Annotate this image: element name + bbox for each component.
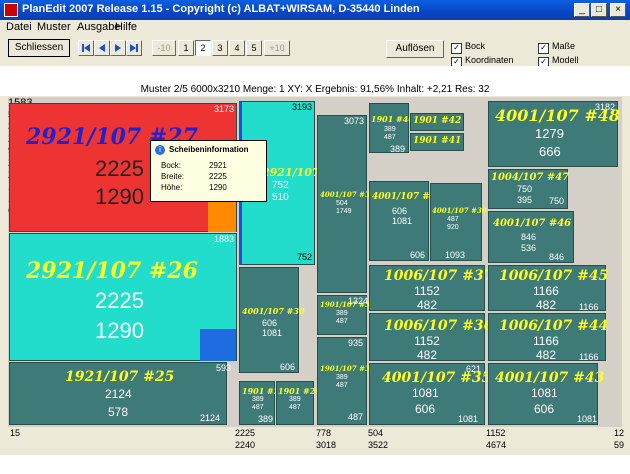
window-title: PlanEdit 2007 Release 1.15 - Copyright (…	[22, 3, 420, 15]
glass-plate-canvas: 2921/107 #27 2225 1290 3173 2921/107 #26…	[8, 97, 622, 427]
pane-37[interactable]: 1006/107 #37 1152 482	[369, 265, 493, 312]
coord-7: 2240	[235, 440, 256, 450]
coord-1: 15	[10, 428, 21, 438]
pane-35[interactable]: 4001/107 #35 1081 606 621 1081	[369, 363, 491, 425]
offcut-orange	[208, 197, 236, 232]
pane-42[interactable]: 1901 #42	[410, 113, 464, 131]
offcut-blue	[200, 329, 236, 361]
first-page-button[interactable]	[78, 40, 94, 56]
checkbox-bock[interactable]: ✓ Bock	[451, 40, 485, 54]
menu-datei[interactable]: Datei	[6, 21, 32, 33]
page-minus10[interactable]: -10	[152, 40, 176, 56]
last-icon	[130, 44, 138, 52]
page-2[interactable]: 2	[195, 40, 211, 56]
check-icon: ✓	[538, 43, 549, 54]
next-icon	[115, 44, 121, 52]
maximize-button[interactable]: □	[591, 3, 607, 17]
menu-muster[interactable]: Muster	[37, 21, 71, 33]
close-button[interactable]: Schliessen	[8, 39, 70, 57]
prev-icon	[99, 44, 105, 52]
title-bar: PlanEdit 2007 Release 1.15 - Copyright (…	[0, 0, 630, 20]
pane-46[interactable]: 4001/107 #46 846 536 846	[488, 211, 574, 263]
pane-28[interactable]: 1901 #28 389 487 389	[239, 381, 285, 425]
pane-36[interactable]: 1006/107 #36 1152 482	[369, 313, 493, 362]
pattern-info: Muster 2/5 6000x3210 Menge: 1 XY: X Erge…	[0, 84, 630, 96]
page-1[interactable]: 1	[178, 40, 194, 56]
pane-40[interactable]: 1901 #40 389 487 389	[369, 103, 414, 154]
dissolve-button[interactable]: Auflösen	[386, 40, 444, 58]
pane-29[interactable]: 1901 #29 389 487	[276, 381, 321, 425]
pane-38[interactable]: 4001/107 #38 606 1081 606	[369, 181, 442, 261]
menu-hilfe[interactable]: Hilfe	[115, 21, 137, 33]
coord-10: 4674	[486, 440, 507, 450]
page-5[interactable]: 5	[246, 40, 262, 56]
pane-43[interactable]: 4001/107 #43 1081 606 1081	[488, 363, 604, 425]
coord-11: 59	[614, 440, 625, 450]
pane-34[interactable]: 4001/107 #34 504 1749 3073	[317, 115, 375, 293]
app-icon	[4, 3, 18, 17]
coord-4: 504	[368, 428, 384, 438]
coord-5: 1152	[486, 428, 506, 438]
coord-8: 3018	[316, 440, 337, 450]
coord-3: 778	[316, 428, 332, 438]
status-bar	[0, 455, 630, 474]
coord-9: 3522	[368, 440, 389, 450]
page-4[interactable]: 4	[229, 40, 245, 56]
pane-47[interactable]: 1004/107 #47 750 395 750	[488, 169, 569, 209]
check-icon: ✓	[451, 43, 462, 54]
pane-41[interactable]: 1901 #41	[410, 133, 464, 151]
spacer	[0, 66, 630, 84]
menu-ausgabe[interactable]: Ausgabe	[77, 21, 120, 33]
coord-2: 2225	[235, 428, 256, 438]
pane-info-tooltip: i Scheibeninformation Bock: 2921 Breite:…	[150, 140, 267, 202]
close-window-button[interactable]: ×	[610, 3, 626, 17]
pane-33[interactable]: 1901/107 #33 389 487 1324	[317, 295, 375, 335]
last-page-button[interactable]	[126, 40, 142, 56]
pane-48[interactable]: 4001/107 #48 1279 666 3182	[488, 101, 620, 167]
pane-45[interactable]: 1006/107 #45 1166 482 1166	[488, 265, 608, 312]
page-plus10[interactable]: +10	[264, 40, 290, 56]
menu-bar: Datei Muster Ausgabe Hilfe	[0, 20, 630, 36]
minimize-button[interactable]: _	[574, 3, 590, 17]
prev-page-button[interactable]	[94, 40, 110, 56]
toolbar: Schliessen -10 1 2 3 4 5 +10 Auflösen ✓ B…	[0, 36, 630, 68]
checkbox-masse[interactable]: ✓ Maße	[538, 40, 575, 54]
pane-30[interactable]: 4001/107 #30 606 1081 606	[239, 267, 305, 373]
next-page-button[interactable]	[110, 40, 126, 56]
pane-32[interactable]: 1901/107 #32 389 487 935 487	[317, 337, 375, 425]
first-icon	[82, 44, 90, 52]
coord-6: 12	[614, 428, 625, 438]
pane-39[interactable]: 4001/107 #39 487 920 1093	[430, 183, 487, 261]
page-3[interactable]: 3	[212, 40, 228, 56]
pane-44[interactable]: 1006/107 #44 1166 482 1166	[488, 313, 608, 362]
pane-25[interactable]: 1921/107 #25 2124 578 593 2124	[9, 362, 231, 425]
info-icon: i	[155, 145, 165, 155]
